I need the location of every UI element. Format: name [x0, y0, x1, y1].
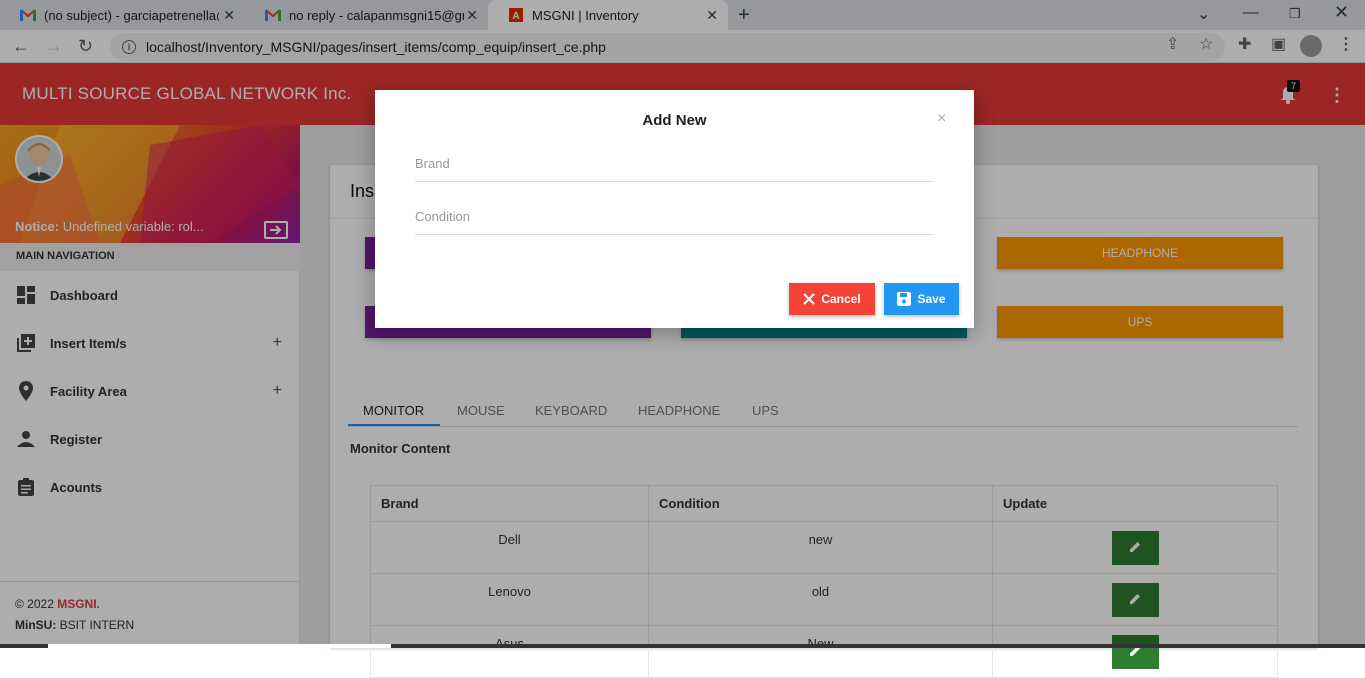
taskbar-segment	[48, 644, 391, 648]
add-new-modal: Add New × Brand Condition Cancel Save	[375, 90, 974, 328]
cancel-label: Cancel	[821, 292, 861, 306]
taskbar-strip	[0, 644, 1365, 648]
cancel-button[interactable]: Cancel	[789, 283, 875, 315]
condition-field[interactable]: Condition	[415, 203, 934, 235]
save-label: Save	[917, 292, 946, 306]
modal-title: Add New	[642, 112, 707, 129]
save-disk-icon	[897, 292, 912, 306]
close-icon[interactable]: ×	[937, 110, 946, 128]
save-button[interactable]: Save	[884, 283, 959, 315]
brand-field[interactable]: Brand	[415, 150, 934, 182]
close-icon	[803, 293, 816, 305]
